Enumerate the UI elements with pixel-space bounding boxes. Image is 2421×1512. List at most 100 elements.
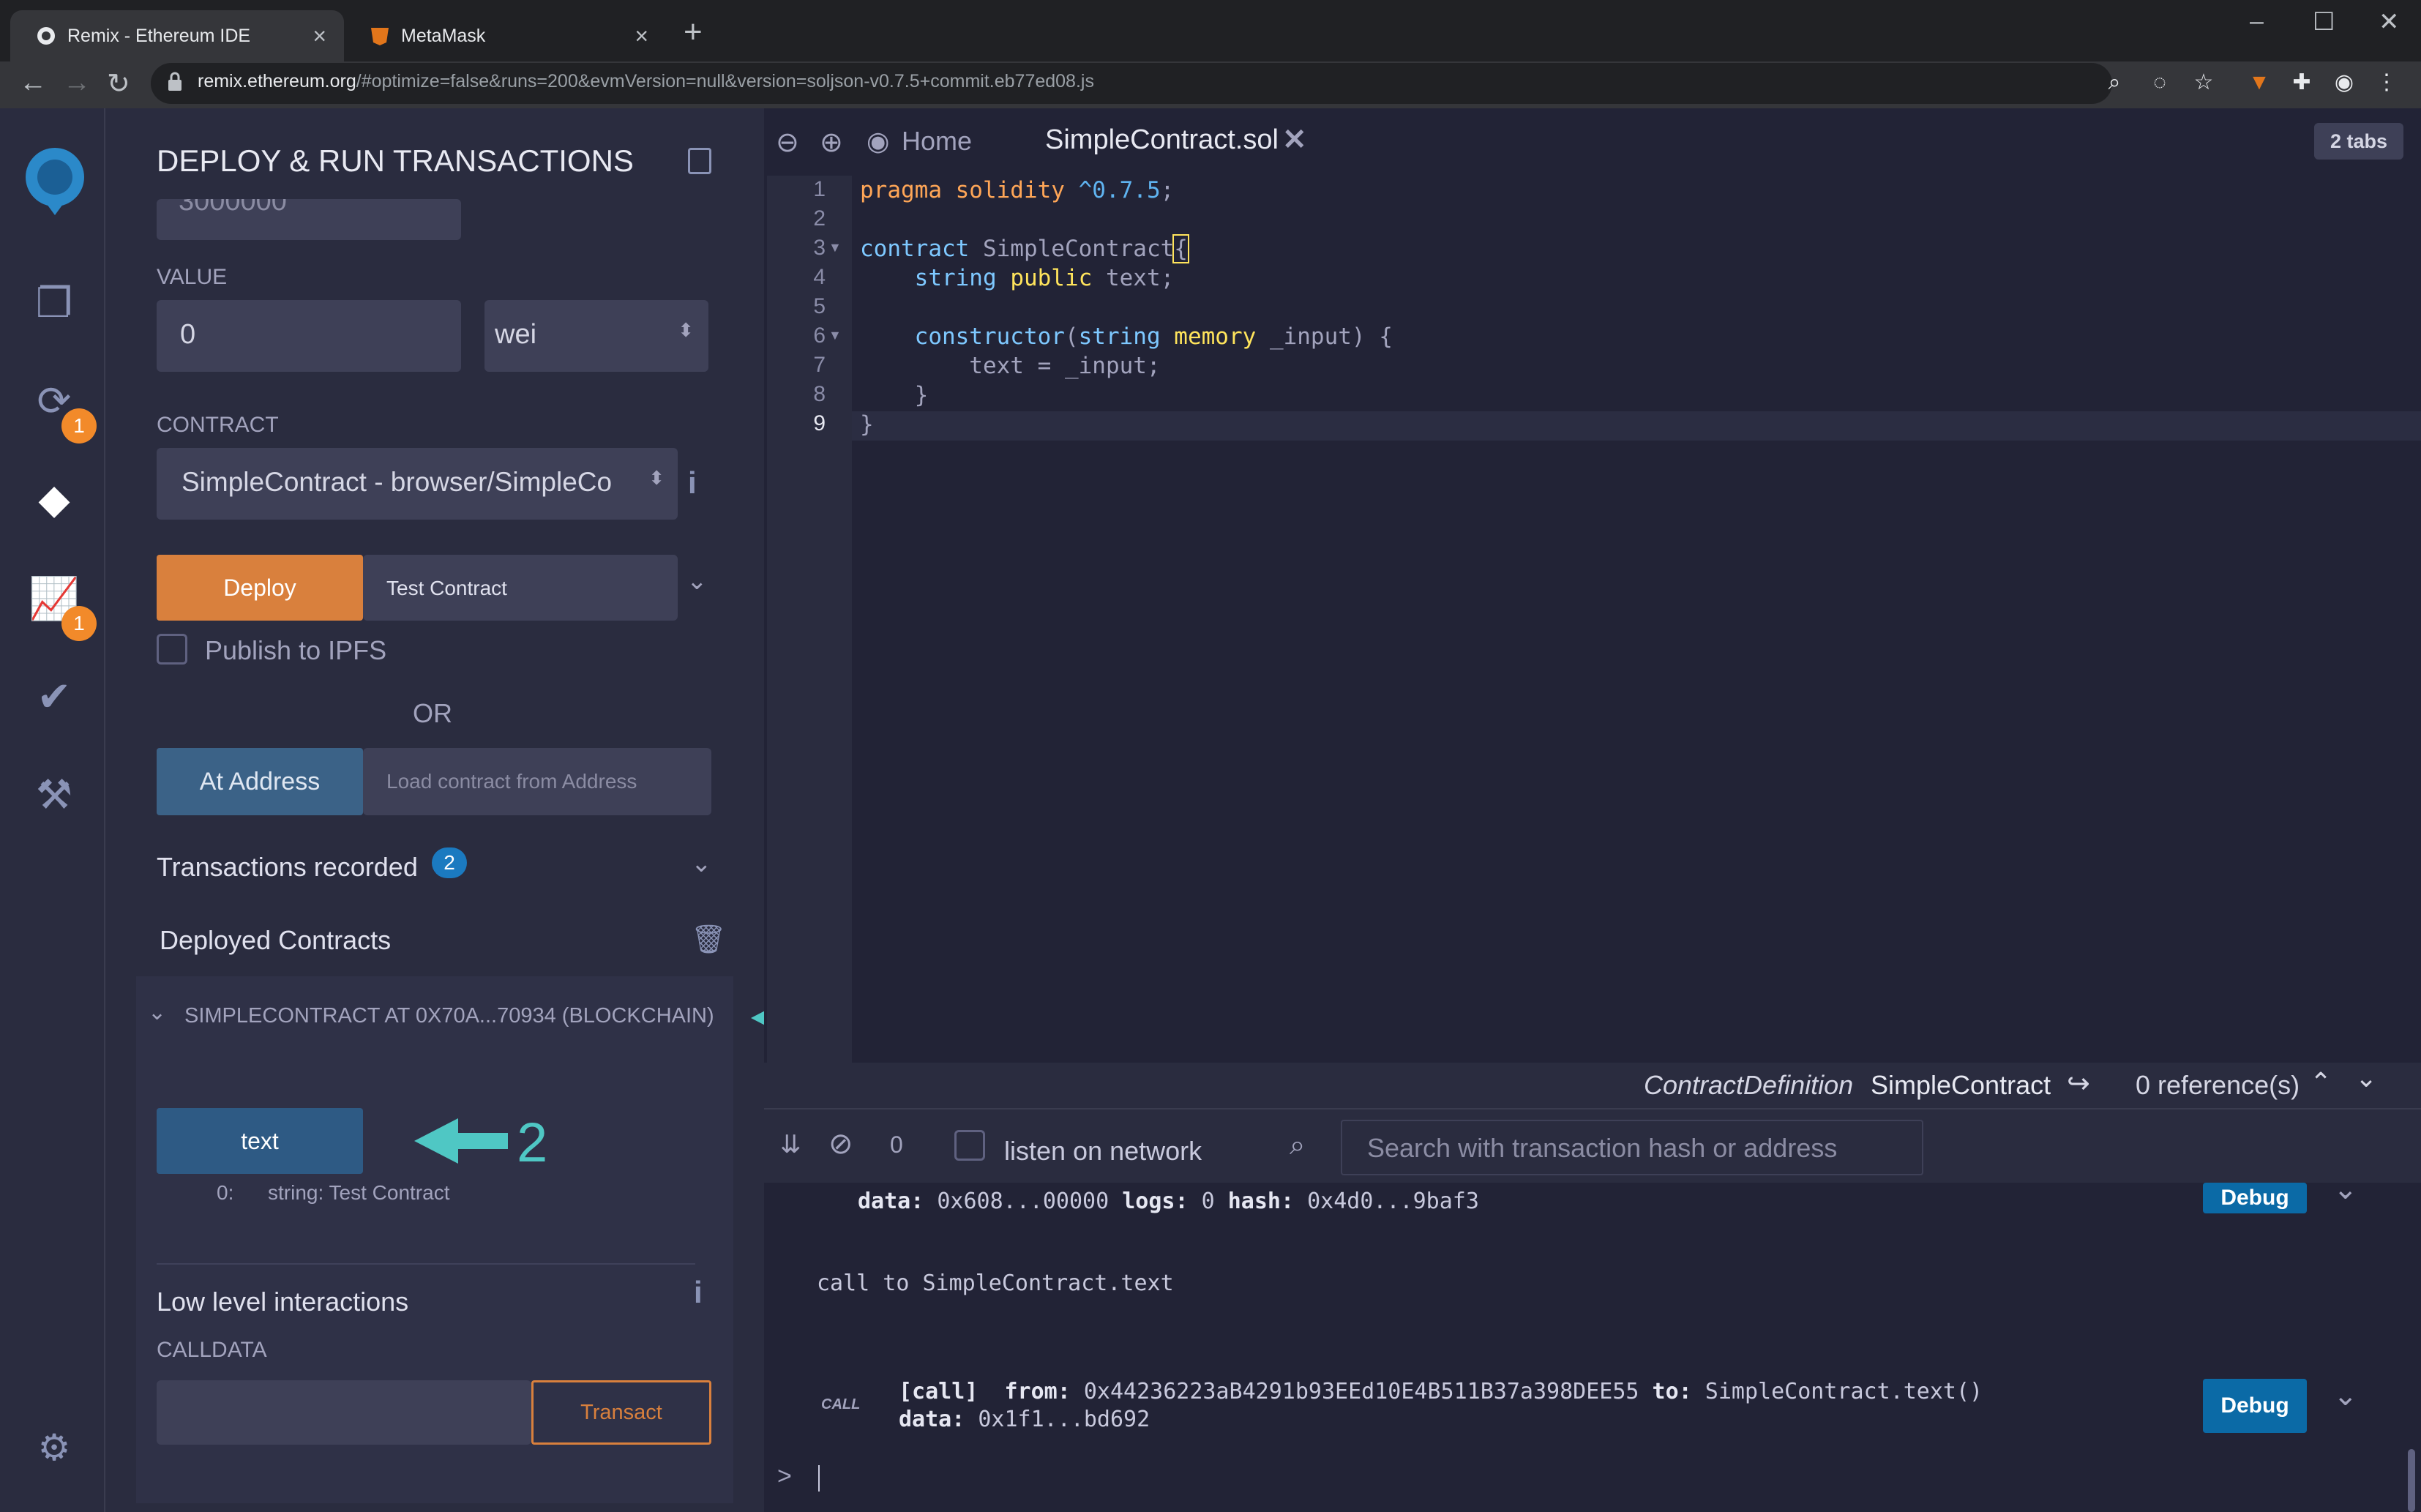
call-details-line2: data: 0x1f1...bd692 (899, 1407, 1150, 1432)
line-number: 8 (813, 382, 826, 406)
plugin-manager-icon[interactable]: ⚒ (26, 767, 82, 823)
panel-title: DEPLOY & RUN TRANSACTIONS (157, 143, 634, 178)
tracking-blocked-icon[interactable]: ◌ (2147, 70, 2172, 95)
close-window-icon[interactable]: ✕ (2379, 7, 2400, 37)
annotation-number-2: 2 (517, 1112, 548, 1174)
trash-icon[interactable]: 🗑 (691, 924, 726, 956)
pending-tx-count: 0 (890, 1131, 903, 1158)
chevron-down-icon[interactable]: ⌄ (2333, 1379, 2358, 1412)
chevron-down-icon[interactable]: ⌄ (691, 849, 712, 878)
code-editor[interactable] (764, 176, 2421, 1063)
file-tab-simplecontract[interactable]: SimpleContract.sol (1045, 124, 1279, 156)
browser-menu-icon[interactable]: ⋮ (2374, 70, 2399, 95)
publish-ipfs-checkbox[interactable] (157, 634, 187, 665)
bookmark-star-icon[interactable]: ☆ (2191, 70, 2216, 95)
result-index: 0: (217, 1181, 234, 1204)
instance-title[interactable]: SIMPLECONTRACT AT 0X70A...70934 (BLOCKCH… (184, 1004, 714, 1028)
chevron-down-icon[interactable]: ⌄ (686, 566, 708, 596)
code-line-1: pragma solidity ^0.7.5; (860, 177, 1175, 203)
publish-ipfs-label: Publish to IPFS (205, 635, 387, 665)
chevron-up-icon[interactable]: ⌃ (2310, 1067, 2332, 1098)
file-explorer-icon[interactable]: ❐ (26, 275, 82, 331)
references-count: 0 reference(s) (2136, 1070, 2300, 1100)
unit-select[interactable]: wei ⬍ (484, 300, 708, 372)
settings-gear-icon[interactable]: ⚙ (26, 1420, 82, 1475)
info-icon[interactable]: i (694, 1275, 703, 1310)
fold-arrow-icon[interactable]: ▼ (828, 240, 842, 255)
gas-limit-input[interactable]: 3000000 (157, 199, 461, 240)
select-arrows-icon: ⬍ (648, 467, 665, 489)
deploy-run-icon[interactable]: ◆ (26, 471, 82, 527)
analysis-badge: 1 (61, 606, 97, 641)
code-line-9: } (860, 411, 874, 438)
docs-book-icon[interactable] (688, 148, 711, 174)
forward-icon[interactable]: → (63, 67, 91, 99)
chevron-down-icon[interactable]: ⌄ (2355, 1063, 2377, 1093)
result-value: string: Test Contract (268, 1181, 450, 1204)
terminal-search-input[interactable]: Search with transaction hash or address (1341, 1120, 1923, 1175)
profile-avatar-icon[interactable]: ◉ (2332, 70, 2357, 95)
browser-tab-remix[interactable]: Remix - Ethereum IDE × (10, 10, 344, 61)
terminal-cursor[interactable] (818, 1465, 820, 1492)
terminal-prompt: > (777, 1462, 792, 1490)
transactions-recorded-label: Transactions recorded (157, 852, 418, 882)
low-level-label: Low level interactions (157, 1287, 409, 1317)
minimize-icon[interactable]: – (2250, 7, 2264, 36)
browser-tab-metamask[interactable]: MetaMask × (344, 10, 666, 61)
info-icon[interactable]: i (688, 465, 697, 501)
line-number: 3 (813, 236, 826, 260)
clear-console-icon[interactable]: ⊘ (828, 1127, 853, 1161)
contract-select[interactable]: SimpleContract - browser/SimpleCo ⬍ (157, 448, 678, 520)
listen-network-checkbox[interactable] (954, 1130, 985, 1161)
new-tab-button[interactable]: + (684, 16, 703, 48)
code-line-4: string public text; (914, 265, 1175, 291)
chevron-down-icon[interactable]: ⌄ (148, 1000, 166, 1025)
fold-arrow-icon[interactable]: ▼ (828, 328, 842, 343)
divider (157, 1263, 695, 1265)
maximize-icon[interactable]: ☐ (2313, 7, 2335, 37)
at-address-input[interactable]: Load contract from Address (363, 748, 711, 815)
browser-tab-title: MetaMask (401, 25, 486, 46)
line-number: 7 (813, 353, 826, 377)
deployed-contracts-label: Deployed Contracts (160, 925, 392, 955)
zoom-icon[interactable]: ⌕ (2102, 70, 2127, 95)
reload-icon[interactable]: ↻ (107, 67, 130, 100)
value-label: VALUE (157, 265, 228, 289)
constructor-input[interactable]: Test Contract (363, 555, 678, 621)
chevron-down-icon[interactable]: ⌄ (2333, 1172, 2358, 1206)
debug-button-2[interactable]: Debug (2203, 1379, 2307, 1433)
remix-logo-icon[interactable] (12, 143, 98, 217)
back-icon[interactable]: ← (19, 67, 47, 99)
text-function-button[interactable]: text (157, 1108, 363, 1174)
collapse-terminal-icon[interactable]: ⇊ (780, 1130, 801, 1159)
value-input[interactable]: 0 (157, 300, 461, 372)
lock-icon (168, 72, 182, 91)
home-tab[interactable]: Home (902, 126, 972, 157)
debug-button-1[interactable]: Debug (2203, 1183, 2307, 1213)
zoom-in-icon[interactable]: ⊕ (820, 126, 843, 159)
goto-definition-icon[interactable]: ↪ (2067, 1067, 2090, 1100)
deploy-button[interactable]: Deploy (157, 555, 363, 621)
zoom-out-icon[interactable]: ⊖ (776, 126, 799, 159)
extensions-puzzle-icon[interactable]: ✚ (2289, 70, 2314, 95)
line-number: 1 (813, 177, 826, 201)
or-label: OR (413, 698, 452, 728)
terminal-scrollbar[interactable] (2408, 1449, 2415, 1512)
listen-network-label: listen on network (1004, 1136, 1202, 1166)
editor-tab-bar (764, 108, 2421, 176)
metamask-extension-icon[interactable]: ▼ (2247, 70, 2272, 95)
unit-testing-icon[interactable]: ✔ (26, 669, 82, 725)
definition-name: SimpleContract (1871, 1070, 2051, 1100)
close-tab-icon[interactable]: × (635, 24, 648, 48)
tabs-dropdown[interactable]: 2 tabs (2314, 123, 2403, 160)
calldata-input[interactable] (157, 1380, 531, 1445)
transact-button[interactable]: Transact (531, 1380, 711, 1445)
terminal-output (764, 1183, 2421, 1512)
close-file-tab-icon[interactable]: ✕ (1282, 123, 1307, 157)
line-number: 5 (813, 294, 826, 318)
line-number: 6 (813, 323, 826, 348)
at-address-button[interactable]: At Address (157, 748, 363, 815)
close-tab-icon[interactable]: × (313, 24, 326, 48)
line-number: 4 (813, 265, 826, 289)
tx-count-badge: 2 (432, 847, 467, 878)
